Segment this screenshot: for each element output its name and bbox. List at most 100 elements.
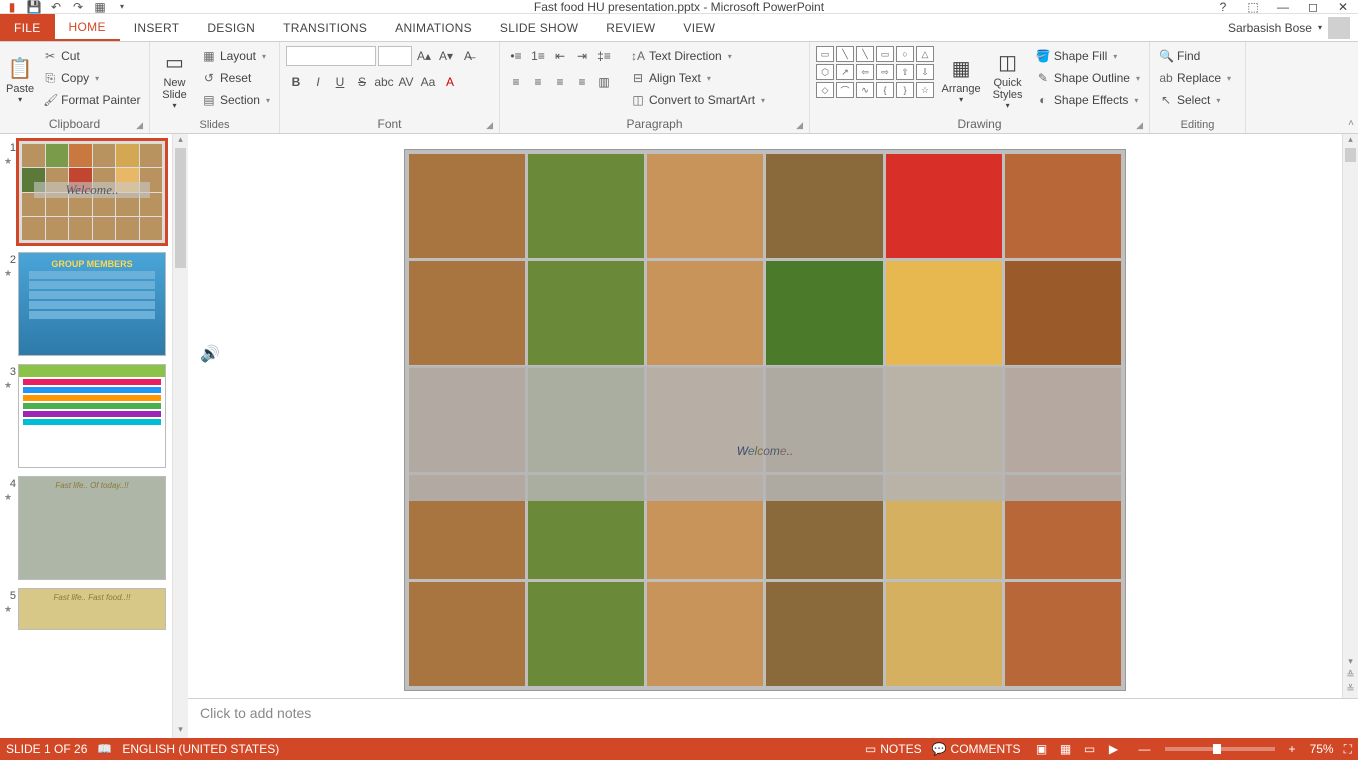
- shapes-gallery[interactable]: ▭╲╲▭○△ ⬡↗⇦⇨⇧⇩ ◇⌒∿{}☆: [816, 46, 934, 98]
- grow-font-button[interactable]: A▴: [414, 46, 434, 66]
- scroll-down-icon[interactable]: ▾: [173, 724, 188, 738]
- tab-transitions[interactable]: TRANSITIONS: [269, 14, 381, 41]
- collapse-ribbon-icon[interactable]: ˄: [1348, 118, 1354, 129]
- qat-customize-icon[interactable]: ▾: [114, 0, 130, 14]
- select-button[interactable]: ↖Select▾: [1156, 90, 1234, 110]
- shrink-font-button[interactable]: A▾: [436, 46, 456, 66]
- shape-outline-button[interactable]: ✎Shape Outline▾: [1033, 68, 1143, 88]
- italic-button[interactable]: I: [308, 72, 328, 92]
- numbering-button[interactable]: 1≡: [528, 46, 548, 66]
- next-slide-button[interactable]: ≚: [1343, 684, 1358, 698]
- zoom-level[interactable]: 75%: [1310, 742, 1334, 756]
- scrollbar-thumb[interactable]: [1345, 148, 1356, 162]
- increase-indent-button[interactable]: ⇥: [572, 46, 592, 66]
- tab-slideshow[interactable]: SLIDE SHOW: [486, 14, 592, 41]
- new-slide-button[interactable]: ▭ New Slide ▾: [156, 46, 193, 114]
- shape-fill-button[interactable]: 🪣Shape Fill▾: [1033, 46, 1143, 66]
- tab-home[interactable]: HOME: [55, 14, 120, 41]
- shape-effects-button[interactable]: ◐Shape Effects▾: [1033, 90, 1143, 110]
- slideshow-view-button[interactable]: ▶: [1103, 741, 1125, 757]
- dialog-launcher-icon[interactable]: ◢: [486, 120, 493, 131]
- thumbnail-slide-3[interactable]: [18, 364, 166, 468]
- justify-button[interactable]: ≡: [572, 72, 592, 92]
- scrollbar-thumb[interactable]: [175, 148, 186, 268]
- tab-animations[interactable]: ANIMATIONS: [381, 14, 486, 41]
- tab-insert[interactable]: INSERT: [120, 14, 194, 41]
- canvas-scrollbar[interactable]: ▴ ▾ ≙ ≚: [1342, 134, 1358, 698]
- quick-styles-button[interactable]: ◫ Quick Styles ▾: [988, 46, 1027, 114]
- text-shadow-button[interactable]: abc: [374, 72, 394, 92]
- underline-button[interactable]: U: [330, 72, 350, 92]
- ribbon-display-icon[interactable]: ⬚: [1244, 0, 1262, 14]
- tab-review[interactable]: REVIEW: [592, 14, 669, 41]
- slide-thumbnails-list[interactable]: 1★ Welcome.. 2★ GROUP MEMBERS 3★: [0, 134, 172, 738]
- comments-toggle[interactable]: 💬COMMENTS: [932, 742, 1021, 756]
- previous-slide-button[interactable]: ≙: [1343, 670, 1358, 684]
- dialog-launcher-icon[interactable]: ◢: [1136, 120, 1143, 131]
- language-indicator[interactable]: ENGLISH (UNITED STATES): [122, 742, 279, 756]
- zoom-in-button[interactable]: +: [1285, 742, 1300, 756]
- slide-canvas[interactable]: Welcome..: [404, 149, 1126, 691]
- bullets-button[interactable]: •≡: [506, 46, 526, 66]
- decrease-indent-button[interactable]: ⇤: [550, 46, 570, 66]
- thumbnail-slide-4[interactable]: Fast life.. Of today..!!: [18, 476, 166, 580]
- find-button[interactable]: 🔍Find: [1156, 46, 1234, 66]
- thumbnails-scrollbar[interactable]: ▴ ▾: [172, 134, 188, 738]
- slide-sorter-button[interactable]: ▦: [1055, 741, 1077, 757]
- tab-design[interactable]: DESIGN: [193, 14, 269, 41]
- align-right-button[interactable]: ≡: [550, 72, 570, 92]
- slide-counter[interactable]: SLIDE 1 OF 26: [6, 742, 87, 756]
- normal-view-button[interactable]: ▣: [1031, 741, 1053, 757]
- speaker-icon[interactable]: 🔊: [200, 344, 218, 362]
- spelling-icon[interactable]: 📖: [97, 742, 112, 756]
- scroll-up-icon[interactable]: ▴: [173, 134, 188, 148]
- clear-formatting-button[interactable]: A̶: [458, 46, 478, 66]
- font-family-input[interactable]: [286, 46, 376, 66]
- bold-button[interactable]: B: [286, 72, 306, 92]
- thumbnail-slide-5[interactable]: Fast life.. Fast food..!!: [18, 588, 166, 630]
- minimize-icon[interactable]: —: [1274, 0, 1292, 14]
- format-painter-button[interactable]: 🖌Format Painter: [40, 90, 143, 110]
- align-center-button[interactable]: ≡: [528, 72, 548, 92]
- columns-button[interactable]: ▥: [594, 72, 614, 92]
- close-icon[interactable]: ✕: [1334, 0, 1352, 14]
- notes-toggle[interactable]: ▭NOTES: [865, 742, 922, 756]
- align-text-button[interactable]: ⊟Align Text▾: [628, 68, 768, 88]
- copy-button[interactable]: ⎘Copy▾: [40, 68, 143, 88]
- help-icon[interactable]: ?: [1214, 0, 1232, 14]
- align-left-button[interactable]: ≡: [506, 72, 526, 92]
- zoom-slider[interactable]: [1165, 747, 1275, 751]
- undo-icon[interactable]: ↶: [48, 0, 64, 14]
- notes-pane[interactable]: Click to add notes: [188, 698, 1358, 738]
- font-color-button[interactable]: A: [440, 72, 460, 92]
- tab-file[interactable]: FILE: [0, 14, 55, 41]
- account-menu[interactable]: Sarbasish Bose ▾: [1228, 14, 1358, 41]
- dialog-launcher-icon[interactable]: ◢: [136, 120, 143, 131]
- scroll-down-icon[interactable]: ▾: [1343, 656, 1358, 670]
- font-size-input[interactable]: [378, 46, 412, 66]
- thumbnail-slide-2[interactable]: GROUP MEMBERS: [18, 252, 166, 356]
- zoom-out-button[interactable]: —: [1135, 742, 1155, 756]
- reading-view-button[interactable]: ▭: [1079, 741, 1101, 757]
- change-case-button[interactable]: Aa: [418, 72, 438, 92]
- convert-smartart-button[interactable]: ◫Convert to SmartArt▾: [628, 90, 768, 110]
- scroll-up-icon[interactable]: ▴: [1343, 134, 1358, 148]
- character-spacing-button[interactable]: AV: [396, 72, 416, 92]
- dialog-launcher-icon[interactable]: ◢: [796, 120, 803, 131]
- replace-button[interactable]: abReplace▾: [1156, 68, 1234, 88]
- layout-button[interactable]: ▦Layout▾: [199, 46, 273, 66]
- zoom-handle[interactable]: [1213, 744, 1221, 754]
- line-spacing-button[interactable]: ‡≡: [594, 46, 614, 66]
- fit-to-window-button[interactable]: ⛶: [1344, 742, 1352, 757]
- thumbnail-slide-1[interactable]: Welcome..: [18, 140, 166, 244]
- paste-button[interactable]: 📋 Paste ▾: [6, 46, 34, 114]
- maximize-icon[interactable]: ◻: [1304, 0, 1322, 14]
- start-from-beginning-icon[interactable]: ▦: [92, 0, 108, 14]
- save-icon[interactable]: 💾: [26, 0, 42, 14]
- arrange-button[interactable]: ▦ Arrange ▾: [940, 46, 982, 114]
- strikethrough-button[interactable]: S: [352, 72, 372, 92]
- redo-icon[interactable]: ↷: [70, 0, 86, 14]
- cut-button[interactable]: ✂Cut: [40, 46, 143, 66]
- tab-view[interactable]: VIEW: [669, 14, 729, 41]
- reset-button[interactable]: ↺Reset: [199, 68, 273, 88]
